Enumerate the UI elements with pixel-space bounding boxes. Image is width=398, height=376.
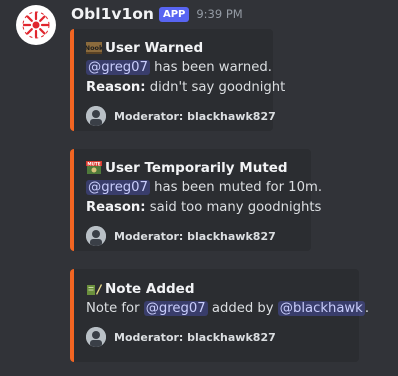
note-middle-text: added by bbox=[207, 301, 278, 316]
moderator-label: Moderator: blackhawk827 bbox=[114, 109, 276, 123]
reason-text: didn't say goodnight bbox=[145, 80, 286, 95]
moderator-mention[interactable]: @blackhawk bbox=[277, 301, 365, 316]
nook-sign-icon: Nook bbox=[86, 42, 102, 54]
note-prefix-text: Note for bbox=[86, 301, 144, 316]
note-suffix-text: . bbox=[364, 301, 370, 316]
reason-text: said too many goodnights bbox=[145, 200, 322, 215]
timestamp[interactable]: 9:39 PM bbox=[196, 7, 242, 21]
note-icon bbox=[87, 284, 102, 296]
svg-text:MUTE: MUTE bbox=[87, 161, 100, 166]
user-mention[interactable]: @greg07 bbox=[143, 301, 208, 316]
username[interactable]: Obl1v1on bbox=[71, 5, 154, 23]
action-text: has been muted for 10m. bbox=[149, 180, 323, 195]
embed-user-muted: MUTE User Temporarily Muted @greg07 has … bbox=[70, 149, 322, 251]
embed-title: MUTE User Temporarily Muted bbox=[86, 158, 297, 178]
embed-footer: Moderator: blackhawk827 bbox=[86, 106, 276, 126]
red-spiral-logo-icon bbox=[22, 11, 50, 39]
embed-description: @greg07 has been warned. bbox=[86, 58, 272, 78]
message-header: Obl1v1on APP 9:39 PM bbox=[71, 3, 243, 25]
embed-reason: Reason: said too many goodnights bbox=[86, 198, 321, 218]
moderator-label: Moderator: blackhawk827 bbox=[114, 229, 276, 243]
embed-user-warned: Nook User Warned @greg07 has been warned… bbox=[70, 29, 285, 131]
embed-title-text: User Temporarily Muted bbox=[105, 160, 288, 176]
embed-title: Note Added bbox=[86, 279, 345, 299]
svg-text:Nook: Nook bbox=[86, 44, 102, 52]
embed-title-text: Note Added bbox=[105, 281, 195, 297]
user-mention[interactable]: @greg07 bbox=[86, 180, 150, 195]
embed-reason: Reason: didn't say goodnight bbox=[86, 78, 285, 98]
embed-description: Note for @greg07 added by @blackhawk. bbox=[86, 299, 369, 319]
app-badge: APP bbox=[158, 6, 190, 22]
moderator-label: Moderator: blackhawk827 bbox=[114, 330, 276, 344]
moderator-avatar bbox=[86, 327, 106, 347]
user-mention[interactable]: @greg07 bbox=[86, 60, 150, 75]
embed-title: Nook User Warned bbox=[86, 38, 259, 58]
mute-sign-icon: MUTE bbox=[86, 161, 102, 174]
embed-note-added: Note Added Note for @greg07 added by @bl… bbox=[70, 269, 369, 362]
reason-label: Reason: bbox=[86, 200, 146, 215]
reason-label: Reason: bbox=[86, 80, 146, 95]
bot-avatar[interactable] bbox=[16, 5, 56, 45]
embed-footer: Moderator: blackhawk827 bbox=[86, 226, 297, 246]
moderator-avatar bbox=[86, 106, 106, 126]
embed-footer: Moderator: blackhawk827 bbox=[86, 327, 345, 347]
moderator-avatar bbox=[86, 226, 106, 246]
embed-description: @greg07 has been muted for 10m. bbox=[86, 178, 322, 198]
embed-title-text: User Warned bbox=[105, 40, 204, 56]
action-text: has been warned. bbox=[149, 60, 272, 75]
